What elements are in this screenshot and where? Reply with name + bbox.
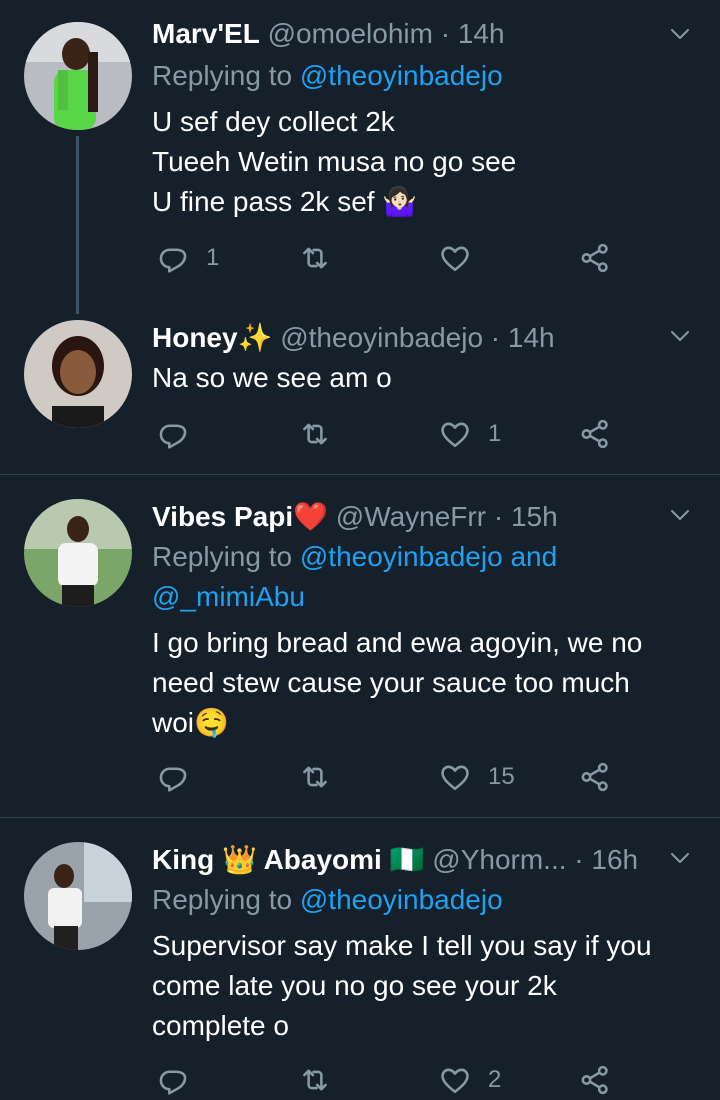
tweet-text: Na so we see am o: [152, 358, 680, 398]
share-button[interactable]: [578, 414, 612, 454]
tweet-text-line: I go bring bread and ewa agoyin, we no: [152, 627, 643, 658]
like-button[interactable]: 2: [438, 1060, 501, 1100]
mention-link[interactable]: @theoyinbadejo and: [300, 541, 557, 572]
heart-icon: [438, 760, 472, 794]
chevron-down-icon[interactable]: [668, 22, 692, 46]
tweet-header: Marv'EL @omoelohim · 14h: [152, 16, 660, 52]
tweet-text-line: complete o: [152, 1010, 289, 1041]
share-icon: [578, 241, 612, 275]
tweet-text-line: Tueeh Wetin musa no go see: [152, 146, 517, 177]
reply-icon: [156, 241, 190, 275]
separator-dot: ·: [574, 844, 584, 875]
action-bar: 1: [152, 238, 652, 278]
like-count: 2: [488, 1066, 502, 1093]
reply-button[interactable]: [156, 1060, 190, 1100]
replying-prefix: Replying to: [152, 884, 300, 915]
tweet-1[interactable]: Marv'EL @omoelohim · 14h Replying to @th…: [0, 0, 720, 300]
avatar[interactable]: [24, 320, 132, 428]
reply-button[interactable]: [156, 757, 190, 797]
tweet-header: Honey✨ @theoyinbadejo · 14h: [152, 320, 660, 356]
user-handle[interactable]: @theoyinbadejo: [280, 322, 483, 353]
tweet-header: King 👑 Abayomi 🇳🇬 @Yhorm... · 16h: [152, 842, 660, 878]
avatar[interactable]: [24, 842, 132, 950]
tweet-text-line: need stew cause your sauce too much: [152, 667, 630, 698]
replying-prefix: Replying to: [152, 60, 300, 91]
tweet-3[interactable]: Vibes Papi❤️ @WayneFrr · 15h Replying to…: [0, 475, 720, 817]
timestamp[interactable]: 14h: [508, 322, 555, 353]
share-button[interactable]: [578, 1060, 612, 1100]
retweet-button[interactable]: [298, 1060, 332, 1100]
action-bar: 15: [152, 757, 652, 797]
display-name[interactable]: Marv'EL: [152, 18, 260, 49]
reply-icon: [156, 760, 190, 794]
tweet-text: Supervisor say make I tell you say if yo…: [152, 926, 680, 1046]
reply-button[interactable]: [156, 414, 190, 454]
reply-count: 1: [206, 244, 220, 271]
heart-icon: [438, 417, 472, 451]
separator-dot: ·: [440, 18, 451, 49]
like-button[interactable]: 1: [438, 414, 501, 454]
display-name[interactable]: Vibes Papi❤️: [152, 501, 328, 532]
display-name[interactable]: Honey✨: [152, 322, 272, 353]
retweet-button[interactable]: [298, 238, 348, 278]
tweet-text-line: U sef dey collect 2k: [152, 106, 395, 137]
like-button[interactable]: [438, 238, 488, 278]
share-icon: [578, 417, 612, 451]
avatar[interactable]: [24, 22, 132, 130]
tweet-text-line: U fine pass 2k sef 🤷🏻‍♀️: [152, 186, 418, 217]
tweet-4[interactable]: King 👑 Abayomi 🇳🇬 @Yhorm... · 16h Replyi…: [0, 818, 720, 1092]
reply-button[interactable]: 1: [156, 238, 219, 278]
tweet-text-line: woi🤤: [152, 707, 229, 738]
retweet-icon: [298, 417, 332, 451]
user-handle[interactable]: @omoelohim: [268, 18, 433, 49]
share-button[interactable]: [578, 757, 612, 797]
timestamp[interactable]: 15h: [511, 501, 558, 532]
retweet-icon: [298, 241, 332, 275]
timestamp[interactable]: 16h: [591, 844, 638, 875]
user-handle[interactable]: @Yhorm...: [432, 844, 566, 875]
display-name[interactable]: King 👑 Abayomi 🇳🇬: [152, 844, 424, 875]
chevron-down-icon[interactable]: [668, 846, 692, 870]
mention-link[interactable]: @theoyinbadejo: [300, 60, 503, 91]
replying-to: Replying to @theoyinbadejo: [152, 56, 680, 96]
user-handle[interactable]: @WayneFrr: [336, 501, 486, 532]
timestamp[interactable]: 14h: [458, 18, 505, 49]
like-count: 1: [488, 420, 502, 447]
separator-dot: ·: [490, 322, 501, 353]
share-button[interactable]: [578, 238, 612, 278]
replying-to: Replying to @theoyinbadejo and @_mimiAbu: [152, 537, 680, 617]
avatar[interactable]: [24, 499, 132, 607]
like-button[interactable]: 15: [438, 757, 515, 797]
chevron-down-icon[interactable]: [668, 324, 692, 348]
chevron-down-icon[interactable]: [668, 503, 692, 527]
action-bar: 2: [152, 1060, 652, 1100]
mention-link[interactable]: @_mimiAbu: [152, 581, 305, 612]
tweet-2[interactable]: Honey✨ @theoyinbadejo · 14h Na so we see…: [0, 300, 720, 474]
replying-to: Replying to @theoyinbadejo: [152, 880, 680, 920]
like-count: 15: [488, 763, 515, 790]
replying-prefix: Replying to: [152, 541, 300, 572]
retweet-button[interactable]: [298, 757, 332, 797]
tweet-text-line: Na so we see am o: [152, 362, 392, 393]
reply-icon: [156, 417, 190, 451]
share-icon: [578, 760, 612, 794]
tweet-text: I go bring bread and ewa agoyin, we no n…: [152, 623, 680, 743]
action-bar: 1: [152, 414, 652, 454]
tweet-text: U sef dey collect 2k Tueeh Wetin musa no…: [152, 102, 680, 222]
tweet-text-line: Supervisor say make I tell you say if yo…: [152, 930, 652, 961]
tweet-header: Vibes Papi❤️ @WayneFrr · 15h: [152, 499, 660, 535]
tweet-text-line: come late you no go see your 2k: [152, 970, 557, 1001]
mention-link[interactable]: @theoyinbadejo: [300, 884, 503, 915]
heart-icon: [438, 241, 472, 275]
retweet-icon: [298, 760, 332, 794]
separator-dot: ·: [493, 501, 504, 532]
retweet-button[interactable]: [298, 414, 332, 454]
